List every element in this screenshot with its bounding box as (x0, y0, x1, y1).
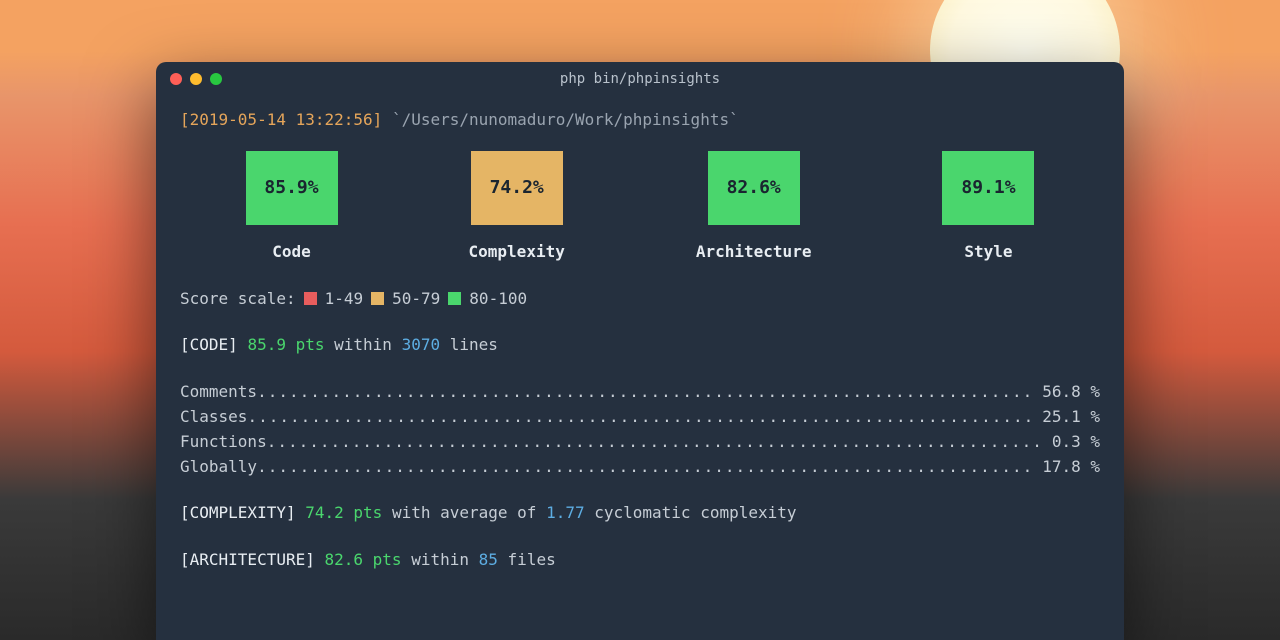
score-box: 82.6% (708, 151, 800, 225)
architecture-section: [ARCHITECTURE] 82.6 pts within 85 files (180, 548, 1100, 573)
timestamp: [2019-05-14 13:22:56] (180, 110, 382, 129)
breakdown-pct: 0.3 % (1046, 430, 1100, 455)
prompt-line: [2019-05-14 13:22:56] `/Users/nunomaduro… (180, 108, 1100, 133)
section-tag: [COMPLEXITY] (180, 503, 296, 522)
titlebar[interactable]: php bin/phpinsights (156, 62, 1124, 96)
score-row: 85.9% Code 74.2% Complexity 82.6% Archit… (180, 151, 1100, 265)
section-tag: [CODE] (180, 335, 238, 354)
breakdown-pct: 56.8 % (1036, 380, 1100, 405)
terminal-body[interactable]: [2019-05-14 13:22:56] `/Users/nunomaduro… (156, 96, 1124, 597)
dots (257, 455, 1036, 480)
architecture-val: 85 (479, 550, 498, 569)
score-style: 89.1% Style (942, 151, 1034, 265)
dots (247, 405, 1036, 430)
score-label: Complexity (469, 240, 565, 265)
scale-red: 1-49 (325, 287, 364, 312)
code-lines: 3070 (402, 335, 441, 354)
breakdown-name: Globally (180, 455, 257, 480)
breakdown-row: Functions 0.3 % (180, 430, 1100, 455)
working-path: `/Users/nunomaduro/Work/phpinsights` (392, 110, 739, 129)
breakdown-name: Functions (180, 430, 267, 455)
code-pts: 85.9 pts (247, 335, 324, 354)
breakdown-pct: 17.8 % (1036, 455, 1100, 480)
score-scale: Score scale: 1-49 50-79 80-100 (180, 287, 1100, 312)
window-title: php bin/phpinsights (156, 71, 1124, 87)
complexity-val: 1.77 (546, 503, 585, 522)
swatch-orange-icon (371, 292, 384, 305)
architecture-pts: 82.6 pts (325, 550, 402, 569)
score-architecture: 82.6% Architecture (696, 151, 812, 265)
score-code: 85.9% Code (246, 151, 338, 265)
scale-orange: 50-79 (392, 287, 440, 312)
terminal-window: php bin/phpinsights [2019-05-14 13:22:56… (156, 62, 1124, 640)
score-label: Architecture (696, 240, 812, 265)
code-section: [CODE] 85.9 pts within 3070 lines (180, 333, 1100, 358)
dots (267, 430, 1046, 455)
breakdown-pct: 25.1 % (1036, 405, 1100, 430)
dots (257, 380, 1036, 405)
breakdown-row: Comments 56.8 % (180, 380, 1100, 405)
score-label: Style (964, 240, 1012, 265)
breakdown-name: Classes (180, 405, 247, 430)
breakdown-list: Comments 56.8 % Classes 25.1 % Functions… (180, 380, 1100, 479)
complexity-pts: 74.2 pts (305, 503, 382, 522)
breakdown-row: Classes 25.1 % (180, 405, 1100, 430)
complexity-section: [COMPLEXITY] 74.2 pts with average of 1.… (180, 501, 1100, 526)
score-box: 85.9% (246, 151, 338, 225)
breakdown-row: Globally 17.8 % (180, 455, 1100, 480)
score-label: Code (272, 240, 311, 265)
swatch-red-icon (304, 292, 317, 305)
scale-label: Score scale: (180, 287, 296, 312)
breakdown-name: Comments (180, 380, 257, 405)
score-box: 74.2% (471, 151, 563, 225)
score-complexity: 74.2% Complexity (469, 151, 565, 265)
score-box: 89.1% (942, 151, 1034, 225)
swatch-green-icon (448, 292, 461, 305)
scale-green: 80-100 (469, 287, 527, 312)
section-tag: [ARCHITECTURE] (180, 550, 315, 569)
